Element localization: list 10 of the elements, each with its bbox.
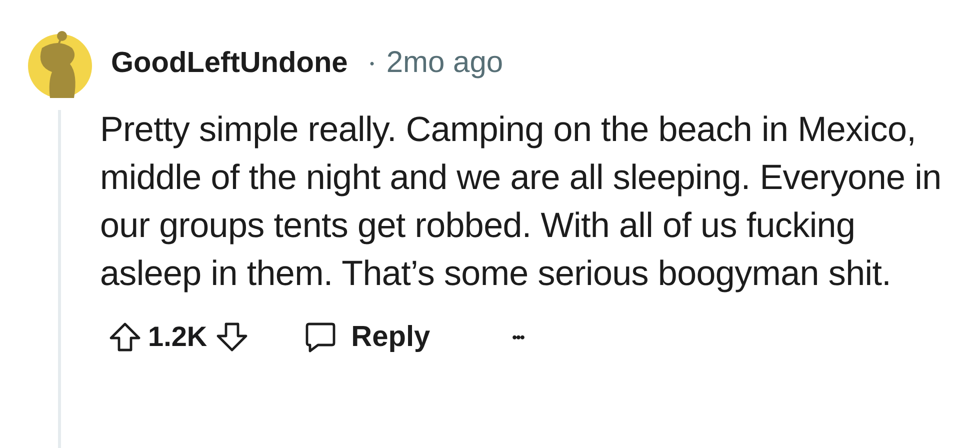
vote-count: 1.2K bbox=[148, 321, 208, 353]
timestamp: 2mo ago bbox=[386, 46, 504, 80]
reply-button[interactable]: Reply bbox=[303, 320, 430, 354]
more-options-button[interactable]: ••• bbox=[512, 329, 524, 345]
username[interactable]: GoodLeftUndone bbox=[111, 46, 348, 80]
speech-bubble-icon bbox=[303, 320, 338, 354]
downvote-button[interactable] bbox=[215, 320, 250, 354]
upvote-button[interactable] bbox=[108, 320, 142, 354]
separator-dot: • bbox=[370, 56, 374, 70]
comment-text: Pretty simple really. Camping on the beach in Mexico, middle of the night and we are all sleeping. Everyone in our groups tents get robbed. With all of us fucking asleep in them. That’s some serious boogyman shit. bbox=[100, 109, 942, 295]
